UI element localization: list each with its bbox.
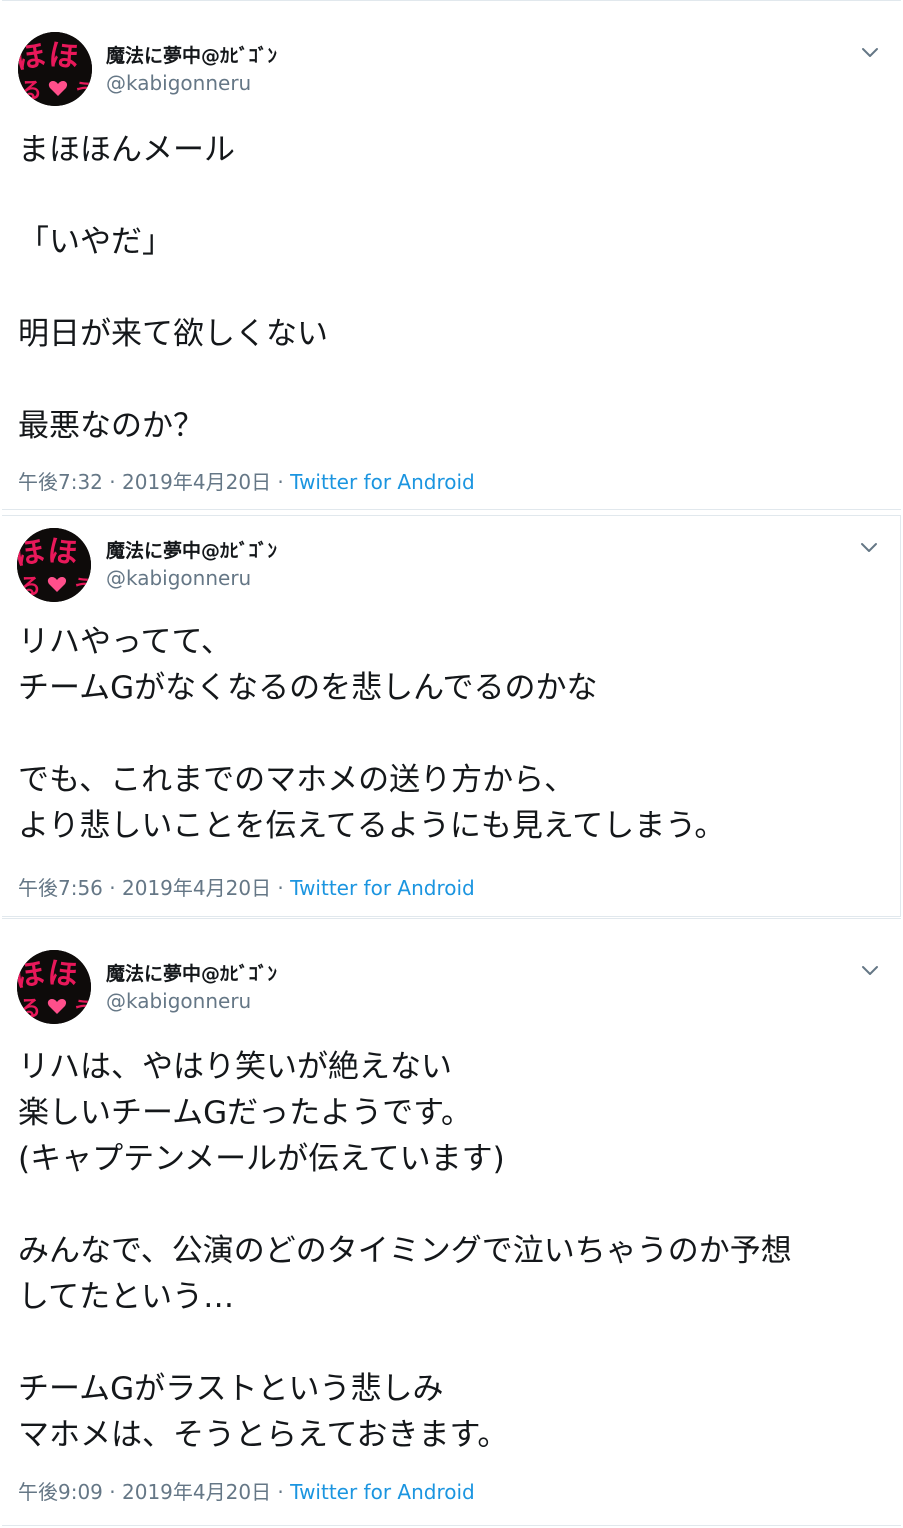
tweet-meta: 午後7:32 · 2019年4月20日 · Twitter for Androi…: [18, 466, 475, 495]
tweet-date[interactable]: 2019年4月20日: [122, 876, 271, 900]
avatar-image: ほ ほ る う: [17, 950, 91, 1024]
svg-text:ほ: ほ: [46, 534, 79, 572]
svg-text:ほ: ほ: [46, 956, 79, 994]
svg-text:る: る: [19, 997, 41, 1022]
avatar-image: ほ ほ る う: [17, 528, 91, 602]
svg-text:ほ: ほ: [17, 534, 47, 573]
svg-text:る: る: [20, 79, 42, 104]
user-handle[interactable]: @kabigonneru: [106, 71, 251, 95]
display-name[interactable]: 魔法に夢中@ｶﾋﾞｺﾞﾝ: [106, 41, 277, 68]
tweet-1[interactable]: ほ ほ る う 魔法に夢中@ｶﾋﾞｺﾞﾝ @kabigonneru まほほんメー…: [2, 0, 901, 510]
tweet-date[interactable]: 2019年4月20日: [122, 470, 271, 494]
meta-separator: ·: [102, 876, 122, 900]
avatar[interactable]: ほ ほ る う: [17, 950, 91, 1024]
tweet-time[interactable]: 午後7:56: [18, 876, 103, 900]
svg-text:る: る: [19, 575, 41, 600]
tweet-source[interactable]: Twitter for Android: [290, 470, 475, 494]
display-name[interactable]: 魔法に夢中@ｶﾋﾞｺﾞﾝ: [106, 959, 277, 986]
svg-text:ほ: ほ: [18, 38, 48, 77]
meta-separator: ·: [102, 1480, 122, 1504]
meta-separator: ·: [271, 470, 291, 494]
svg-text:う: う: [73, 575, 91, 599]
chevron-down-icon[interactable]: [858, 536, 880, 558]
meta-separator: ·: [271, 1480, 291, 1504]
meta-separator: ·: [102, 470, 122, 494]
user-handle[interactable]: @kabigonneru: [106, 989, 251, 1013]
avatar[interactable]: ほ ほ る う: [18, 32, 92, 106]
svg-text:う: う: [73, 997, 91, 1021]
meta-separator: ·: [271, 876, 291, 900]
tweet-3[interactable]: ほ ほ る う 魔法に夢中@ｶﾋﾞｺﾞﾝ @kabigonneru リハは、やは…: [2, 918, 901, 1526]
tweet-2[interactable]: ほ ほ る う 魔法に夢中@ｶﾋﾞｺﾞﾝ @kabigonneru リハやってて…: [2, 515, 901, 917]
tweet-text: まほほんメール 「いやだ」 明日が来て欲しくない 最悪なのか？: [18, 132, 328, 444]
svg-text:う: う: [74, 79, 92, 103]
tweet-time[interactable]: 午後9:09: [18, 1480, 103, 1504]
tweet-source[interactable]: Twitter for Android: [290, 876, 475, 900]
user-handle[interactable]: @kabigonneru: [106, 566, 251, 590]
tweet-text: リハは、やはり笑いが絶えない 楽しいチームGだったようです。 (キャプテンメール…: [18, 1049, 792, 1453]
svg-text:ほ: ほ: [47, 38, 80, 76]
chevron-down-icon[interactable]: [859, 41, 881, 63]
tweet-meta: 午後7:56 · 2019年4月20日 · Twitter for Androi…: [18, 872, 475, 901]
avatar-image: ほ ほ る う: [18, 32, 92, 106]
tweet-time[interactable]: 午後7:32: [18, 470, 103, 494]
tweet-source[interactable]: Twitter for Android: [290, 1480, 475, 1504]
avatar[interactable]: ほ ほ る う: [17, 528, 91, 602]
display-name[interactable]: 魔法に夢中@ｶﾋﾞｺﾞﾝ: [106, 536, 277, 563]
tweet-date[interactable]: 2019年4月20日: [122, 1480, 271, 1504]
svg-text:ほ: ほ: [17, 956, 47, 995]
tweet-meta: 午後9:09 · 2019年4月20日 · Twitter for Androi…: [18, 1476, 475, 1505]
chevron-down-icon[interactable]: [859, 959, 881, 981]
tweet-text: リハやってて、 チームGがなくなるのを悲しんでるのかな でも、これまでのマホメの…: [18, 624, 726, 844]
tweet-feed: ほ ほ る う 魔法に夢中@ｶﾋﾞｺﾞﾝ @kabigonneru まほほんメー…: [0, 0, 903, 1528]
